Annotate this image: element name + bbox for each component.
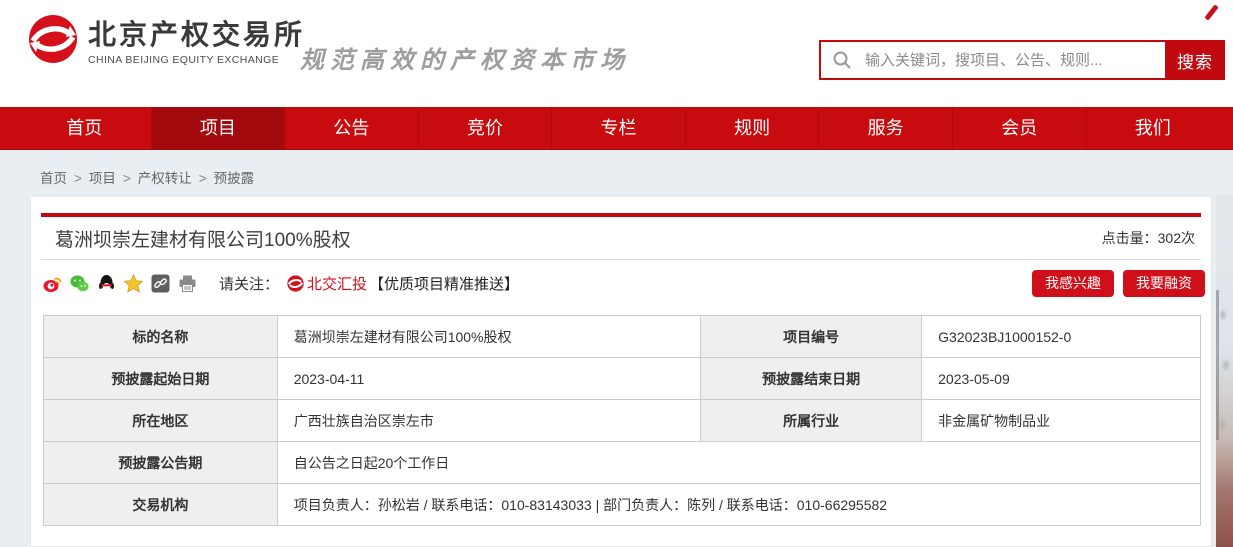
field-value: G32023BJ1000152-0 bbox=[922, 316, 1201, 358]
bjee-mini-logo-icon bbox=[287, 275, 304, 292]
follow-prefix: 请关注： bbox=[219, 273, 279, 294]
nav-item-services[interactable]: 服务 bbox=[818, 107, 952, 149]
background-photo-edge bbox=[1216, 290, 1219, 440]
search-input[interactable] bbox=[819, 40, 1165, 80]
breadcrumb-separator: > bbox=[199, 171, 207, 186]
field-label: 所属行业 bbox=[701, 400, 922, 442]
follow-banner: 请关注： 北交汇投 【优质项目精准推送】 bbox=[219, 273, 519, 294]
field-value: 2023-04-11 bbox=[277, 358, 700, 400]
field-value: 自公告之日起20个工作日 bbox=[277, 442, 1200, 484]
nav-item-rules[interactable]: 规则 bbox=[685, 107, 819, 149]
page-title: 葛洲坝崇左建材有限公司100%股权 bbox=[55, 225, 351, 252]
project-detail-table: 标的名称 葛洲坝崇左建材有限公司100%股权 项目编号 G32023BJ1000… bbox=[43, 315, 1201, 526]
breadcrumb-home[interactable]: 首页 bbox=[40, 171, 67, 186]
nav-item-home[interactable]: 首页 bbox=[18, 107, 151, 149]
hit-counter-label: 点击量： bbox=[1102, 230, 1158, 246]
nav-item-members[interactable]: 会员 bbox=[952, 107, 1086, 149]
field-value: 广西壮族自治区崇左市 bbox=[277, 400, 700, 442]
hit-counter-value: 302次 bbox=[1158, 230, 1195, 246]
table-row: 预披露起始日期 2023-04-11 预披露结束日期 2023-05-09 bbox=[44, 358, 1201, 400]
table-row: 所在地区 广西壮族自治区崇左市 所属行业 非金属矿物制品业 bbox=[44, 400, 1201, 442]
search-button[interactable]: 搜索 bbox=[1165, 40, 1225, 80]
site-header: 北京产权交易所 CHINA BEIJING EQUITY EXCHANGE 规范… bbox=[0, 0, 1233, 107]
field-label: 项目编号 bbox=[701, 316, 922, 358]
nav-item-bidding[interactable]: 竞价 bbox=[418, 107, 552, 149]
breadcrumb-separator: > bbox=[74, 171, 82, 186]
field-label: 标的名称 bbox=[44, 316, 278, 358]
table-row: 预披露公告期 自公告之日起20个工作日 bbox=[44, 442, 1201, 484]
field-label: 交易机构 bbox=[44, 484, 278, 526]
breadcrumb-pre-disclosure: 预披露 bbox=[214, 171, 255, 186]
weibo-icon[interactable] bbox=[43, 274, 62, 293]
breadcrumb-equity-transfer[interactable]: 产权转让 bbox=[138, 171, 192, 186]
brand-block: 北京产权交易所 CHINA BEIJING EQUITY EXCHANGE bbox=[28, 14, 305, 66]
field-value: 非金属矿物制品业 bbox=[922, 400, 1201, 442]
field-value: 项目负责人：孙松岩 / 联系电话：010-83143033 | 部门负责人：陈列… bbox=[277, 484, 1200, 526]
print-icon[interactable] bbox=[178, 274, 197, 293]
qzone-star-icon[interactable] bbox=[124, 274, 143, 293]
nav-item-about[interactable]: 我们 bbox=[1086, 107, 1220, 149]
field-label: 预披露结束日期 bbox=[701, 358, 922, 400]
nav-item-columns[interactable]: 专栏 bbox=[551, 107, 685, 149]
nav-item-announcements[interactable]: 公告 bbox=[284, 107, 418, 149]
site-search: 搜索 bbox=[819, 40, 1225, 80]
table-row: 标的名称 葛洲坝崇左建材有限公司100%股权 项目编号 G32023BJ1000… bbox=[44, 316, 1201, 358]
brand-slogan: 规范高效的产权资本市场 bbox=[300, 40, 630, 75]
follow-note: 【优质项目精准推送】 bbox=[369, 273, 519, 294]
main-nav: 首页 项目 公告 竞价 专栏 规则 服务 会员 我们 bbox=[0, 107, 1233, 150]
search-icon bbox=[832, 50, 852, 70]
share-row: 请关注： 北交汇投 【优质项目精准推送】 我感兴趣 我要融资 bbox=[31, 260, 1211, 306]
interested-button[interactable]: 我感兴趣 bbox=[1032, 270, 1114, 297]
breadcrumb-projects[interactable]: 项目 bbox=[89, 171, 116, 186]
background-photo-strip bbox=[1216, 195, 1233, 547]
bjee-logo-icon bbox=[28, 14, 78, 64]
table-row: 交易机构 项目负责人：孙松岩 / 联系电话：010-83143033 | 部门负… bbox=[44, 484, 1201, 526]
financing-button[interactable]: 我要融资 bbox=[1123, 270, 1205, 297]
copy-link-icon[interactable] bbox=[151, 274, 170, 293]
wechat-icon[interactable] bbox=[70, 274, 89, 293]
field-label: 预披露起始日期 bbox=[44, 358, 278, 400]
brand-name-en: CHINA BEIJING EQUITY EXCHANGE bbox=[88, 54, 305, 66]
breadcrumb: 首页 > 项目 > 产权转让 > 预披露 bbox=[0, 150, 1233, 197]
hit-counter: 点击量：302次 bbox=[1102, 228, 1195, 248]
qq-icon[interactable] bbox=[97, 274, 116, 293]
field-value: 2023-05-09 bbox=[922, 358, 1201, 400]
brand-name-cn: 北京产权交易所 bbox=[88, 20, 305, 51]
follow-account-link[interactable]: 北交汇投 bbox=[307, 273, 367, 294]
action-buttons: 我感兴趣 我要融资 bbox=[1032, 270, 1205, 297]
breadcrumb-separator: > bbox=[123, 171, 131, 186]
field-label: 所在地区 bbox=[44, 400, 278, 442]
project-detail-card: 葛洲坝崇左建材有限公司100%股权 点击量：302次 bbox=[30, 197, 1212, 547]
field-value: 葛洲坝崇左建材有限公司100%股权 bbox=[277, 316, 700, 358]
nav-item-projects[interactable]: 项目 bbox=[151, 107, 285, 149]
field-label: 预披露公告期 bbox=[44, 442, 278, 484]
